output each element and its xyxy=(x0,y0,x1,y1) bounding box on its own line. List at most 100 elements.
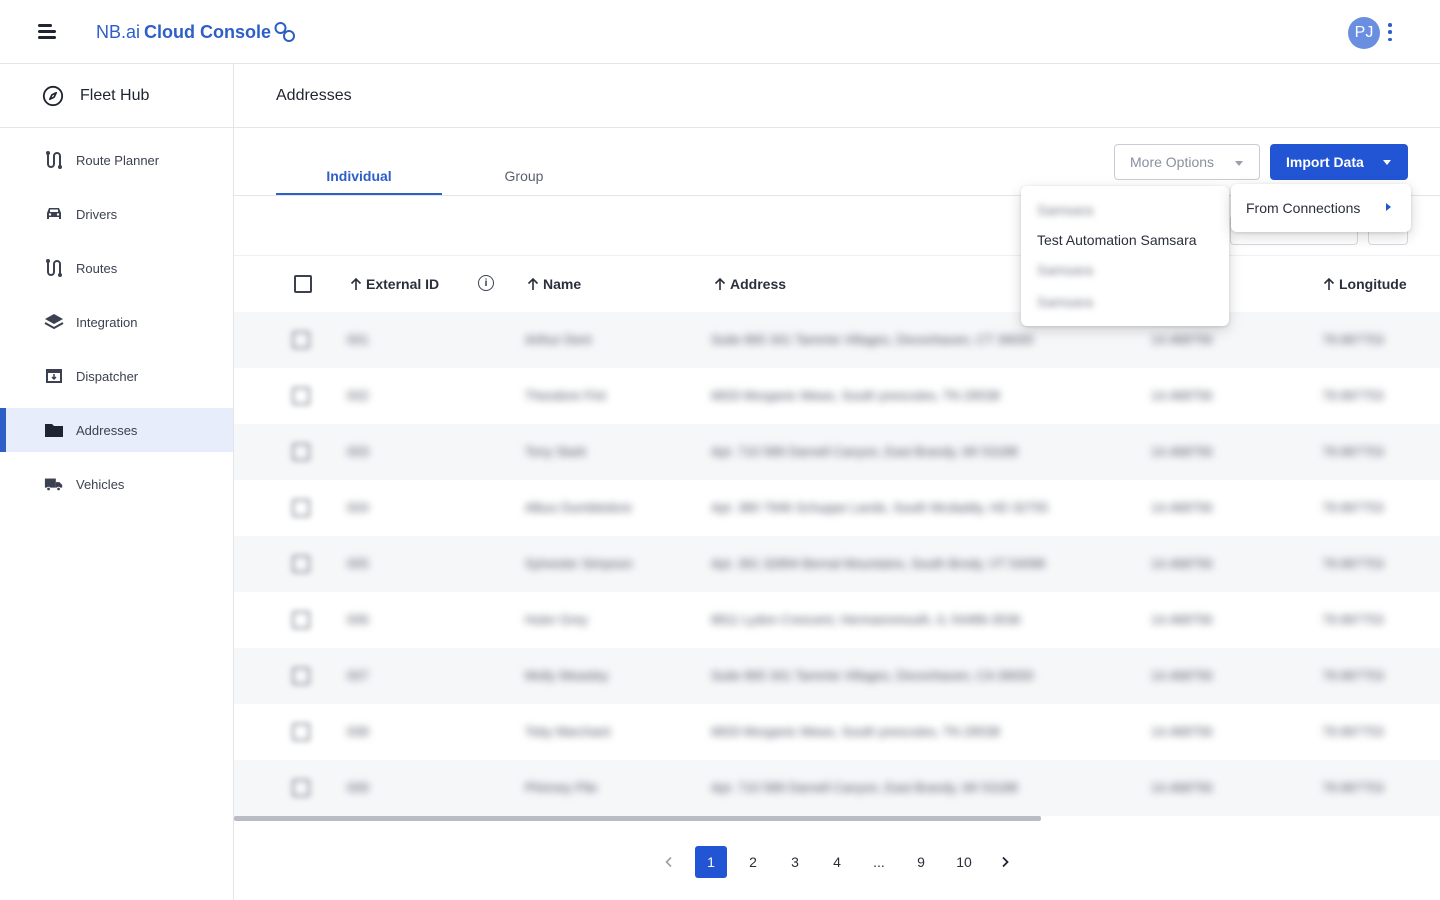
cell-latitude: 14.468756 xyxy=(1151,444,1213,459)
sort-arrow-up-icon xyxy=(350,277,362,290)
truck-icon xyxy=(44,474,64,494)
table-row[interactable]: 001 Arthur Dent Suite 865 341 Tammie Vil… xyxy=(234,312,1440,368)
caret-down-icon xyxy=(1235,161,1243,166)
collapse-menu-icon[interactable] xyxy=(36,22,60,42)
table-header: External ID i Name Address Longitude xyxy=(234,256,1440,312)
sidebar-item-integration[interactable]: Integration xyxy=(0,300,233,344)
cell-longitude: 79.997753 xyxy=(1322,780,1384,795)
menu-item-connection[interactable]: Samsara xyxy=(1037,294,1093,310)
sidebar-item-label: Route Planner xyxy=(76,152,160,168)
row-checkbox[interactable] xyxy=(292,555,310,573)
more-options-button[interactable]: More Options xyxy=(1114,144,1260,180)
sort-arrow-up-icon xyxy=(527,277,539,290)
cell-address: Apt. 710 589 Darnell Canyon, East Brandy… xyxy=(711,780,1018,795)
sidebar-item-label: Drivers xyxy=(76,206,118,222)
page-button[interactable]: 9 xyxy=(905,846,937,878)
select-all-checkbox[interactable] xyxy=(294,275,312,293)
sidebar-item-drivers[interactable]: Drivers xyxy=(0,192,233,236)
cell-name: Sylvester Simpson xyxy=(525,556,633,571)
folder-icon xyxy=(44,420,64,440)
sidebar-section-header[interactable]: Fleet Hub xyxy=(0,64,233,128)
sidebar-item-vehicles[interactable]: Vehicles xyxy=(0,462,233,506)
table-row[interactable]: 002 Theodore Fint 6833 Morganic Mews, So… xyxy=(234,368,1440,424)
cell-name: Albus Dumbledore xyxy=(525,500,632,515)
cell-latitude: 14.468756 xyxy=(1151,612,1213,627)
cell-longitude: 79.997753 xyxy=(1322,332,1384,347)
column-header-address[interactable]: Address xyxy=(713,276,786,292)
column-header-name[interactable]: Name xyxy=(526,276,581,292)
cell-address: Suite 865 341 Tammie Villages, Devonhave… xyxy=(711,668,1034,683)
column-label: Longitude xyxy=(1339,276,1407,292)
cell-latitude: 14.468756 xyxy=(1151,388,1213,403)
table-row[interactable]: 008 Toby Marchant 6833 Morganic Mews, So… xyxy=(234,704,1440,760)
caret-right-icon xyxy=(1386,203,1391,211)
cell-external-id: 004 xyxy=(347,500,369,515)
table-body: 001 Arthur Dent Suite 865 341 Tammie Vil… xyxy=(234,312,1440,816)
sidebar-item-label: Dispatcher xyxy=(76,368,139,384)
column-header-external-id[interactable]: External ID xyxy=(349,276,439,292)
cell-longitude: 79.997753 xyxy=(1322,500,1384,515)
sidebar-item-addresses[interactable]: Addresses xyxy=(0,408,233,452)
sidebar-item-routes[interactable]: Routes xyxy=(0,246,233,290)
table-row[interactable]: 005 Sylvester Simpson Apt. 391 32894 Ber… xyxy=(234,536,1440,592)
sidebar-item-label: Addresses xyxy=(76,422,138,438)
import-data-menu: From Connections xyxy=(1231,184,1411,232)
table-row[interactable]: 003 Tony Stark Apt. 710 589 Darnell Cany… xyxy=(234,424,1440,480)
row-checkbox[interactable] xyxy=(292,443,310,461)
sidebar-item-dispatcher[interactable]: Dispatcher xyxy=(0,354,233,398)
layers-icon xyxy=(44,312,64,332)
menu-item-connection[interactable]: Samsara xyxy=(1037,262,1093,278)
cell-longitude: 79.997753 xyxy=(1322,724,1384,739)
row-checkbox[interactable] xyxy=(292,499,310,517)
menu-item-from-connections[interactable]: From Connections xyxy=(1246,200,1360,216)
cell-external-id: 009 xyxy=(347,780,369,795)
sort-arrow-up-icon xyxy=(714,277,726,290)
cell-longitude: 79.997753 xyxy=(1322,444,1384,459)
row-checkbox[interactable] xyxy=(292,387,310,405)
tab-group[interactable]: Group xyxy=(441,168,607,184)
brand-name: Cloud Console xyxy=(144,21,272,42)
page-title: Addresses xyxy=(234,64,1440,128)
page-button[interactable]: 3 xyxy=(779,846,811,878)
menu-item-connection[interactable]: Samsara xyxy=(1037,202,1093,218)
cell-latitude: 14.468756 xyxy=(1151,780,1213,795)
page-button[interactable]: 10 xyxy=(948,846,980,878)
table-row[interactable]: 009 Phinney Pile Apt. 710 589 Darnell Ca… xyxy=(234,760,1440,816)
info-icon[interactable]: i xyxy=(478,275,494,291)
sidebar-item-label: Vehicles xyxy=(76,476,125,492)
horizontal-scrollbar[interactable] xyxy=(234,816,1041,821)
more-vertical-icon[interactable] xyxy=(1386,23,1394,41)
import-data-button[interactable]: Import Data xyxy=(1270,144,1408,180)
row-checkbox[interactable] xyxy=(292,331,310,349)
menu-item-connection[interactable]: Test Automation Samsara xyxy=(1037,232,1197,248)
next-page-button[interactable] xyxy=(989,846,1021,878)
table-row[interactable]: 007 Molly Weasley Suite 865 341 Tammie V… xyxy=(234,648,1440,704)
cell-external-id: 006 xyxy=(347,612,369,627)
table-row[interactable]: 006 Hulor Grey 8811 Lydon Crescent, Herm… xyxy=(234,592,1440,648)
cell-latitude: 14.468756 xyxy=(1151,724,1213,739)
row-checkbox[interactable] xyxy=(292,611,310,629)
row-checkbox[interactable] xyxy=(292,779,310,797)
page-button[interactable]: 4 xyxy=(821,846,853,878)
page-button[interactable]: 2 xyxy=(737,846,769,878)
cell-longitude: 79.997753 xyxy=(1322,668,1384,683)
avatar[interactable]: PJ xyxy=(1348,17,1380,49)
brand-logo[interactable]: NB.ai Cloud Console xyxy=(96,20,297,44)
sidebar-item-route-planner[interactable]: Route Planner xyxy=(0,138,233,182)
cell-external-id: 007 xyxy=(347,668,369,683)
page-button[interactable]: 1 xyxy=(695,846,727,878)
cell-address: 6833 Morganic Mews, South prescotes, TN … xyxy=(711,388,1000,403)
column-header-longitude[interactable]: Longitude xyxy=(1322,276,1407,292)
cell-external-id: 002 xyxy=(347,388,369,403)
cell-address: Suite 865 341 Tammie Villages, Devonhave… xyxy=(711,332,1034,347)
tab-individual[interactable]: Individual xyxy=(276,168,442,184)
connections-submenu: Samsara Test Automation Samsara Samsara … xyxy=(1021,186,1229,326)
row-checkbox[interactable] xyxy=(292,723,310,741)
cell-latitude: 14.468756 xyxy=(1151,556,1213,571)
prev-page-button[interactable] xyxy=(653,846,685,878)
cell-external-id: 003 xyxy=(347,444,369,459)
row-checkbox[interactable] xyxy=(292,667,310,685)
table-row[interactable]: 004 Albus Dumbledore Apt. 380 7946 Schup… xyxy=(234,480,1440,536)
sidebar-item-label: Integration xyxy=(76,314,138,330)
column-label: External ID xyxy=(366,276,440,292)
